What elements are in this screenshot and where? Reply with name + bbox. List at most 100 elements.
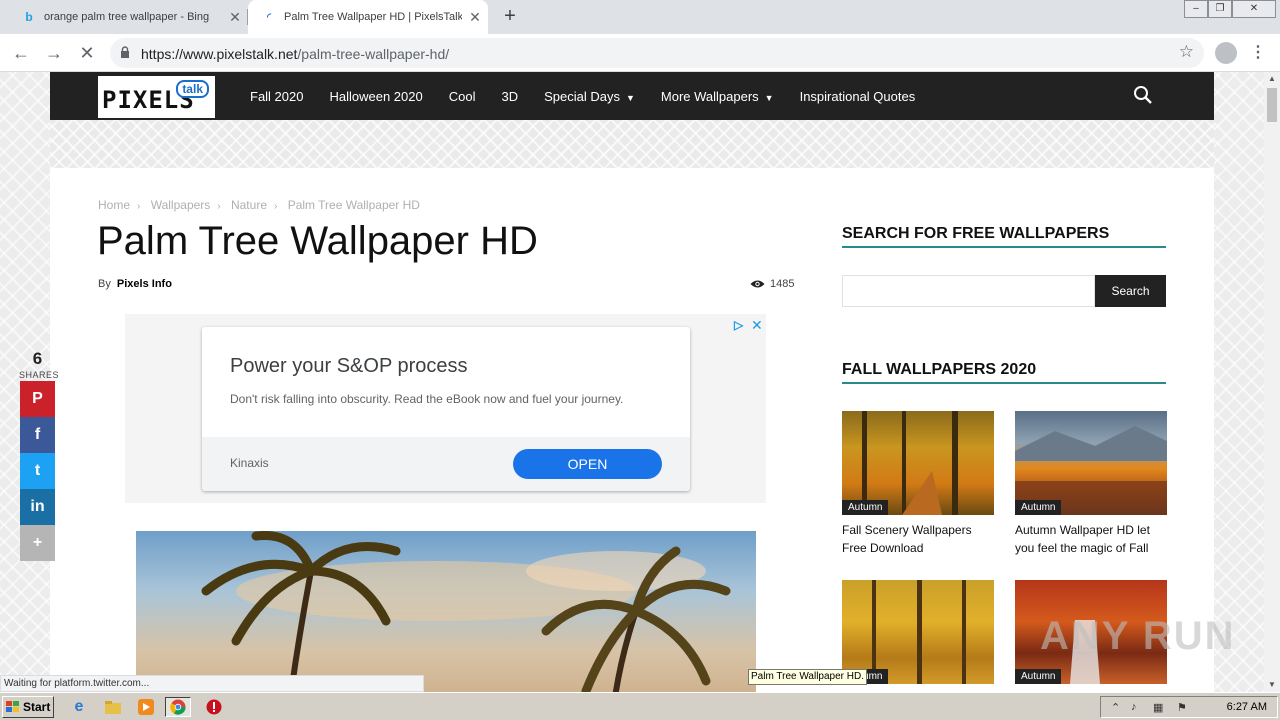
facebook-share-button[interactable]: f (20, 417, 55, 453)
image-tooltip: Palm Tree Wallpaper HD. (748, 669, 867, 685)
minimize-button[interactable]: ‒ (1184, 0, 1208, 18)
nav-fall-2020[interactable]: Fall 2020 (250, 89, 303, 104)
fall-card-image[interactable]: Autumn (842, 411, 994, 515)
linkedin-share-button[interactable]: in (20, 489, 55, 525)
clock: 6:27 AM (1226, 701, 1267, 713)
tab-bing-search[interactable]: b orange palm tree wallpaper - Bing ✕ (8, 0, 248, 34)
twitter-share-button[interactable]: t (20, 453, 55, 489)
share-count: 6 (32, 349, 43, 368)
close-tab-icon[interactable]: ✕ (462, 9, 488, 26)
site-logo[interactable]: PIXELS talk (98, 76, 215, 118)
linkedin-icon: in (30, 498, 45, 515)
ad-footer: Kinaxis OPEN (202, 437, 690, 491)
nav-halloween-2020[interactable]: Halloween 2020 (329, 89, 422, 104)
chrome-icon[interactable] (165, 697, 191, 717)
ad-card[interactable]: Power your S&OP process Don't risk falli… (202, 327, 690, 491)
stop-sign-icon[interactable] (201, 697, 227, 717)
fall-card-image[interactable]: Autumn (1015, 411, 1167, 515)
ad-body: Don't risk falling into obscurity. Read … (230, 392, 624, 406)
close-tab-icon[interactable]: ✕ (222, 9, 248, 26)
search-icon[interactable] (1132, 84, 1154, 106)
facebook-icon: f (34, 426, 41, 443)
scroll-down-icon[interactable]: ▼ (1264, 678, 1280, 692)
byline: By Pixels Info (98, 278, 172, 290)
breadcrumb-wallpapers[interactable]: Wallpapers (151, 198, 211, 212)
scroll-up-icon[interactable]: ▲ (1264, 72, 1280, 86)
profile-avatar[interactable] (1215, 42, 1237, 64)
nav-inspirational-quotes[interactable]: Inspirational Quotes (800, 89, 916, 104)
share-label: SHARES (19, 370, 60, 380)
breadcrumb-current: Palm Tree Wallpaper HD (287, 198, 420, 212)
plus-icon: + (32, 534, 43, 551)
breadcrumb-nature[interactable]: Nature (231, 198, 267, 212)
sidebar-search-title: SEARCH FOR FREE WALLPAPERS (842, 225, 1110, 242)
back-button[interactable]: ← (9, 41, 33, 65)
sidebar-fall-title: FALL WALLPAPERS 2020 (842, 361, 1037, 378)
fall-card-caption[interactable]: Autumn Wallpaper HD let you feel the mag… (1015, 521, 1170, 557)
ad-open-button[interactable]: OPEN (513, 449, 662, 479)
pinterest-icon: P (32, 390, 43, 407)
start-button[interactable]: Start (2, 696, 54, 718)
tray-expand-icon[interactable]: ⌃ (1111, 701, 1120, 714)
pinterest-share-button[interactable]: P (20, 381, 55, 417)
nav-3d[interactable]: 3D (501, 89, 518, 104)
site-header: PIXELS talk Fall 2020 Halloween 2020 Coo… (50, 72, 1214, 120)
media-player-icon[interactable] (133, 697, 159, 717)
palm-tree-wallpaper-image[interactable] (136, 531, 756, 692)
bing-icon: b (25, 10, 33, 24)
logo-bubble: talk (176, 80, 209, 98)
page-scrollbar[interactable]: ▲ ▼ (1264, 72, 1280, 692)
title-underline (842, 382, 1166, 384)
stop-loading-button[interactable]: ✕ (75, 41, 99, 65)
breadcrumb-home[interactable]: Home (98, 198, 130, 212)
palm-scene (201, 531, 731, 692)
url-text: https://www.pixelstalk.net/palm-tree-wal… (141, 46, 450, 62)
ad-close-icon[interactable]: ✕ (751, 317, 763, 334)
network-icon[interactable]: ▦ (1153, 701, 1163, 714)
eye-icon (750, 280, 765, 288)
loading-icon: ◜ (267, 11, 271, 23)
more-share-button[interactable]: + (20, 525, 55, 561)
explorer-folder-icon[interactable] (100, 697, 126, 717)
ad-brand: Kinaxis (230, 456, 269, 470)
start-label: Start (23, 700, 51, 714)
page-title: Palm Tree Wallpaper HD (97, 219, 538, 263)
flag-icon[interactable]: ⚑ (1177, 701, 1187, 714)
windows-taskbar: Start e ⌃ ♪ ▦ ⚑ 6:27 AM (0, 692, 1280, 720)
nav-special-days[interactable]: Special Days ▼ (544, 89, 635, 104)
address-bar[interactable]: https://www.pixelstalk.net/palm-tree-wal… (110, 38, 1204, 68)
adchoices-icon[interactable]: ▷ (734, 318, 743, 332)
author-link[interactable]: Pixels Info (117, 278, 172, 290)
sidebar-search-input[interactable] (842, 275, 1095, 307)
category-tag[interactable]: Autumn (842, 500, 889, 515)
chevron-down-icon: ▼ (764, 92, 774, 103)
header-pattern-band (50, 120, 1214, 168)
scrollbar-thumb[interactable] (1267, 88, 1277, 122)
sidebar-search-button[interactable]: Search (1095, 275, 1166, 307)
twitter-icon: t (34, 462, 41, 479)
browser-toolbar: ← → ✕ https://www.pixelstalk.net/palm-tr… (0, 34, 1280, 72)
ad-headline: Power your S&OP process (230, 355, 468, 377)
fall-card-caption[interactable]: Fall Scenery Wallpapers Free Download (842, 521, 997, 557)
close-window-button[interactable]: ✕ (1232, 0, 1276, 18)
category-tag[interactable]: Autumn (1015, 500, 1062, 515)
windows-flag-icon (6, 701, 19, 712)
browser-menu-icon[interactable]: ⋮ (1250, 42, 1266, 64)
breadcrumb: Home › Wallpapers › Nature › Palm Tree Wall… (98, 198, 420, 212)
new-tab-button[interactable]: + (498, 4, 522, 28)
restore-button[interactable]: ❐ (1208, 0, 1232, 18)
nav-cool[interactable]: Cool (449, 89, 476, 104)
tab-strip: b orange palm tree wallpaper - Bing ✕ ◜ … (0, 0, 1280, 34)
view-count: 1485 (750, 278, 794, 290)
forward-button[interactable]: → (42, 41, 66, 65)
tab-title: orange palm tree wallpaper - Bing (44, 11, 210, 23)
tab-title: Palm Tree Wallpaper HD | PixelsTalk (284, 11, 462, 23)
volume-icon[interactable]: ♪ (1131, 701, 1137, 713)
category-tag[interactable]: Autumn (1015, 669, 1062, 684)
lock-icon (121, 46, 129, 58)
ie-icon[interactable]: e (66, 697, 92, 717)
tab-pixelstalk[interactable]: ◜ Palm Tree Wallpaper HD | PixelsTalk ✕ (248, 0, 488, 34)
bookmark-star-icon[interactable]: ☆ (1179, 42, 1194, 62)
nav-more-wallpapers[interactable]: More Wallpapers ▼ (661, 89, 774, 104)
main-nav: Fall 2020 Halloween 2020 Cool 3D Special… (250, 72, 941, 120)
